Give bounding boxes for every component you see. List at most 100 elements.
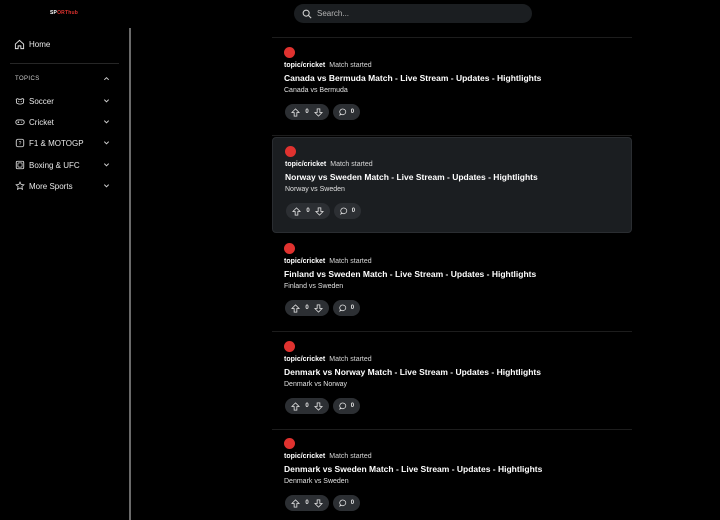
feed-divider — [272, 37, 632, 38]
post-divider — [272, 135, 632, 136]
post-status: Match started — [329, 356, 372, 363]
post-title[interactable]: Denmark vs Sweden Match - Live Stream - … — [284, 464, 542, 474]
comment-icon — [339, 402, 347, 410]
comments-button[interactable]: 0 — [334, 203, 361, 219]
comment-icon — [339, 304, 347, 312]
comments-button[interactable]: 0 — [333, 398, 360, 414]
post-subtitle: Norway vs Sweden — [285, 186, 345, 193]
chevron-down-icon[interactable] — [103, 182, 110, 189]
vote-count: 0 — [305, 403, 309, 409]
post-card[interactable]: topic/cricket Match started Canada vs Ber… — [272, 39, 632, 136]
chevron-up-icon[interactable] — [103, 75, 110, 82]
search-icon — [302, 9, 312, 19]
post-card[interactable]: topic/cricket Match started Denmark vs Sw… — [272, 430, 632, 520]
helmet-icon: ? — [15, 138, 25, 148]
svg-text:?: ? — [19, 141, 22, 147]
post-meta: topic/cricket Match started — [284, 356, 372, 363]
sidebar-item-boxing-ufc[interactable]: Boxing & UFC — [15, 160, 80, 170]
comment-count: 0 — [350, 305, 355, 311]
post-subtitle: Denmark vs Norway — [284, 381, 348, 388]
upvote-icon[interactable] — [290, 303, 300, 313]
chevron-down-icon[interactable] — [103, 161, 110, 168]
top-bar: SPORThub — [0, 0, 720, 28]
post-title[interactable]: Finland vs Sweden Match - Live Stream - … — [284, 269, 536, 279]
sidebar-item-more-sports[interactable]: More Sports — [15, 181, 73, 191]
comment-count: 0 — [350, 109, 355, 115]
upvote-icon[interactable] — [290, 107, 300, 117]
post-card[interactable]: topic/cricket Match started Finland vs Sw… — [272, 235, 632, 332]
avatar[interactable] — [284, 341, 295, 352]
downvote-icon[interactable] — [314, 303, 324, 313]
sidebar-item-cricket-label: Cricket — [29, 117, 54, 127]
sidebar-divider — [10, 63, 119, 64]
post-title[interactable]: Canada vs Bermuda Match - Live Stream - … — [284, 73, 541, 83]
post-card[interactable]: topic/cricket Match started Norway vs Swe… — [272, 137, 632, 233]
post-meta: topic/cricket Match started — [284, 62, 372, 69]
topics-heading: TOPICS — [15, 76, 40, 82]
post-topic-link[interactable]: topic/cricket — [285, 161, 326, 168]
sidebar-item-more-sports-label: More Sports — [29, 181, 73, 191]
site-logo[interactable]: SPORThub — [50, 10, 78, 16]
post-topic-link[interactable]: topic/cricket — [284, 62, 325, 69]
sidebar-item-soccer[interactable]: Soccer — [15, 96, 54, 106]
chevron-down-icon[interactable] — [103, 97, 110, 104]
avatar[interactable] — [285, 146, 296, 157]
post-meta: topic/cricket Match started — [285, 161, 373, 168]
post-status: Match started — [329, 453, 372, 460]
downvote-icon[interactable] — [314, 401, 324, 411]
gamepad-icon — [15, 119, 25, 125]
comments-button[interactable]: 0 — [333, 300, 360, 316]
soccer-icon — [15, 98, 25, 105]
downvote-icon[interactable] — [315, 206, 325, 216]
sidebar-item-home-label: Home — [29, 40, 51, 49]
post-status: Match started — [329, 258, 372, 265]
sidebar-item-cricket[interactable]: Cricket — [15, 117, 54, 127]
post-subtitle: Denmark vs Sweden — [284, 478, 349, 485]
comment-icon — [339, 499, 347, 507]
avatar[interactable] — [284, 47, 295, 58]
logo-text-3: hub — [68, 10, 78, 16]
trophy-icon — [15, 181, 25, 191]
chevron-down-icon[interactable] — [103, 118, 110, 125]
home-icon — [14, 39, 25, 50]
upvote-icon[interactable] — [291, 206, 301, 216]
vote-count: 0 — [305, 500, 309, 506]
vote-count: 0 — [305, 305, 309, 311]
post-title[interactable]: Denmark vs Norway Match - Live Stream - … — [284, 367, 541, 377]
comments-button[interactable]: 0 — [333, 495, 360, 511]
avatar[interactable] — [284, 243, 295, 254]
vote-count: 0 — [305, 109, 309, 115]
comment-count: 0 — [350, 403, 355, 409]
downvote-icon[interactable] — [314, 107, 324, 117]
vote-count: 0 — [306, 208, 310, 214]
search-input[interactable] — [317, 9, 517, 18]
vote-controls: 0 — [285, 300, 329, 316]
upvote-icon[interactable] — [290, 498, 300, 508]
downvote-icon[interactable] — [314, 498, 324, 508]
comment-count: 0 — [350, 500, 355, 506]
sidebar-item-f1-motogp-label: F1 & MOTOGP — [29, 138, 84, 148]
comment-count: 0 — [351, 208, 356, 214]
post-topic-link[interactable]: topic/cricket — [284, 453, 325, 460]
vote-controls: 0 — [285, 495, 329, 511]
comment-icon — [339, 108, 347, 116]
sidebar-item-f1-motogp[interactable]: ? F1 & MOTOGP — [15, 138, 84, 148]
chevron-down-icon[interactable] — [103, 139, 110, 146]
boxing-icon — [15, 160, 25, 170]
upvote-icon[interactable] — [290, 401, 300, 411]
vote-controls: 0 — [285, 398, 329, 414]
post-status: Match started — [330, 161, 373, 168]
post-meta: topic/cricket Match started — [284, 453, 372, 460]
search-bar[interactable] — [294, 4, 532, 23]
comment-icon — [340, 207, 348, 215]
vote-controls: 0 — [285, 104, 329, 120]
comments-button[interactable]: 0 — [333, 104, 360, 120]
post-topic-link[interactable]: topic/cricket — [284, 258, 325, 265]
post-meta: topic/cricket Match started — [284, 258, 372, 265]
post-title[interactable]: Norway vs Sweden Match - Live Stream - U… — [285, 172, 538, 182]
post-card[interactable]: topic/cricket Match started Denmark vs No… — [272, 333, 632, 430]
sidebar: Home TOPICS Soccer Cricket ? F1 & MOTOGP… — [0, 28, 131, 520]
sidebar-item-home[interactable]: Home — [14, 39, 50, 50]
avatar[interactable] — [284, 438, 295, 449]
post-topic-link[interactable]: topic/cricket — [284, 356, 325, 363]
